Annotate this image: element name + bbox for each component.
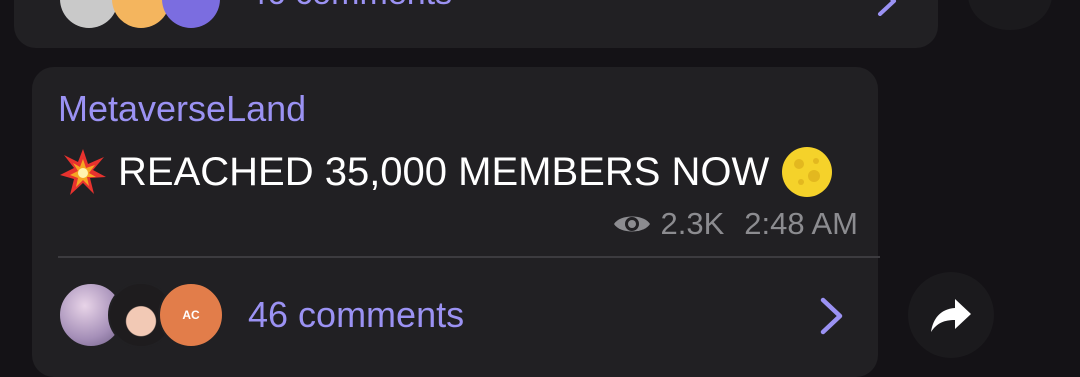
previous-share-button[interactable] bbox=[968, 0, 1052, 30]
chevron-right-icon[interactable] bbox=[814, 296, 848, 336]
commenter-avatars[interactable]: AC bbox=[58, 282, 228, 348]
comments-link[interactable]: 46 comments bbox=[248, 294, 464, 336]
avatar bbox=[60, 0, 118, 28]
previous-comments-link[interactable]: 46 comments bbox=[248, 0, 452, 13]
eye-icon bbox=[614, 216, 651, 232]
avatar bbox=[112, 0, 170, 28]
full-moon-icon bbox=[782, 147, 833, 197]
collision-icon bbox=[60, 149, 106, 195]
message-text: REACHED 35,000 MEMBERS NOW bbox=[118, 149, 770, 194]
share-arrow-icon bbox=[931, 299, 971, 332]
timestamp: 2:48 AM bbox=[744, 206, 858, 241]
message-text-row: REACHED 35,000 MEMBERS NOW bbox=[58, 146, 833, 198]
avatar: AC bbox=[158, 282, 224, 348]
chevron-right-icon[interactable] bbox=[872, 0, 902, 16]
previous-commenter-avatars[interactable] bbox=[60, 0, 220, 28]
avatar bbox=[162, 0, 220, 28]
view-count: 2.3K bbox=[660, 206, 725, 241]
share-button[interactable] bbox=[908, 272, 994, 358]
avatar-initials: AC bbox=[182, 308, 200, 322]
sender-name[interactable]: MetaverseLand bbox=[58, 88, 306, 130]
message-meta: 2.3K 2:48 AM bbox=[612, 206, 858, 242]
divider bbox=[58, 256, 880, 258]
